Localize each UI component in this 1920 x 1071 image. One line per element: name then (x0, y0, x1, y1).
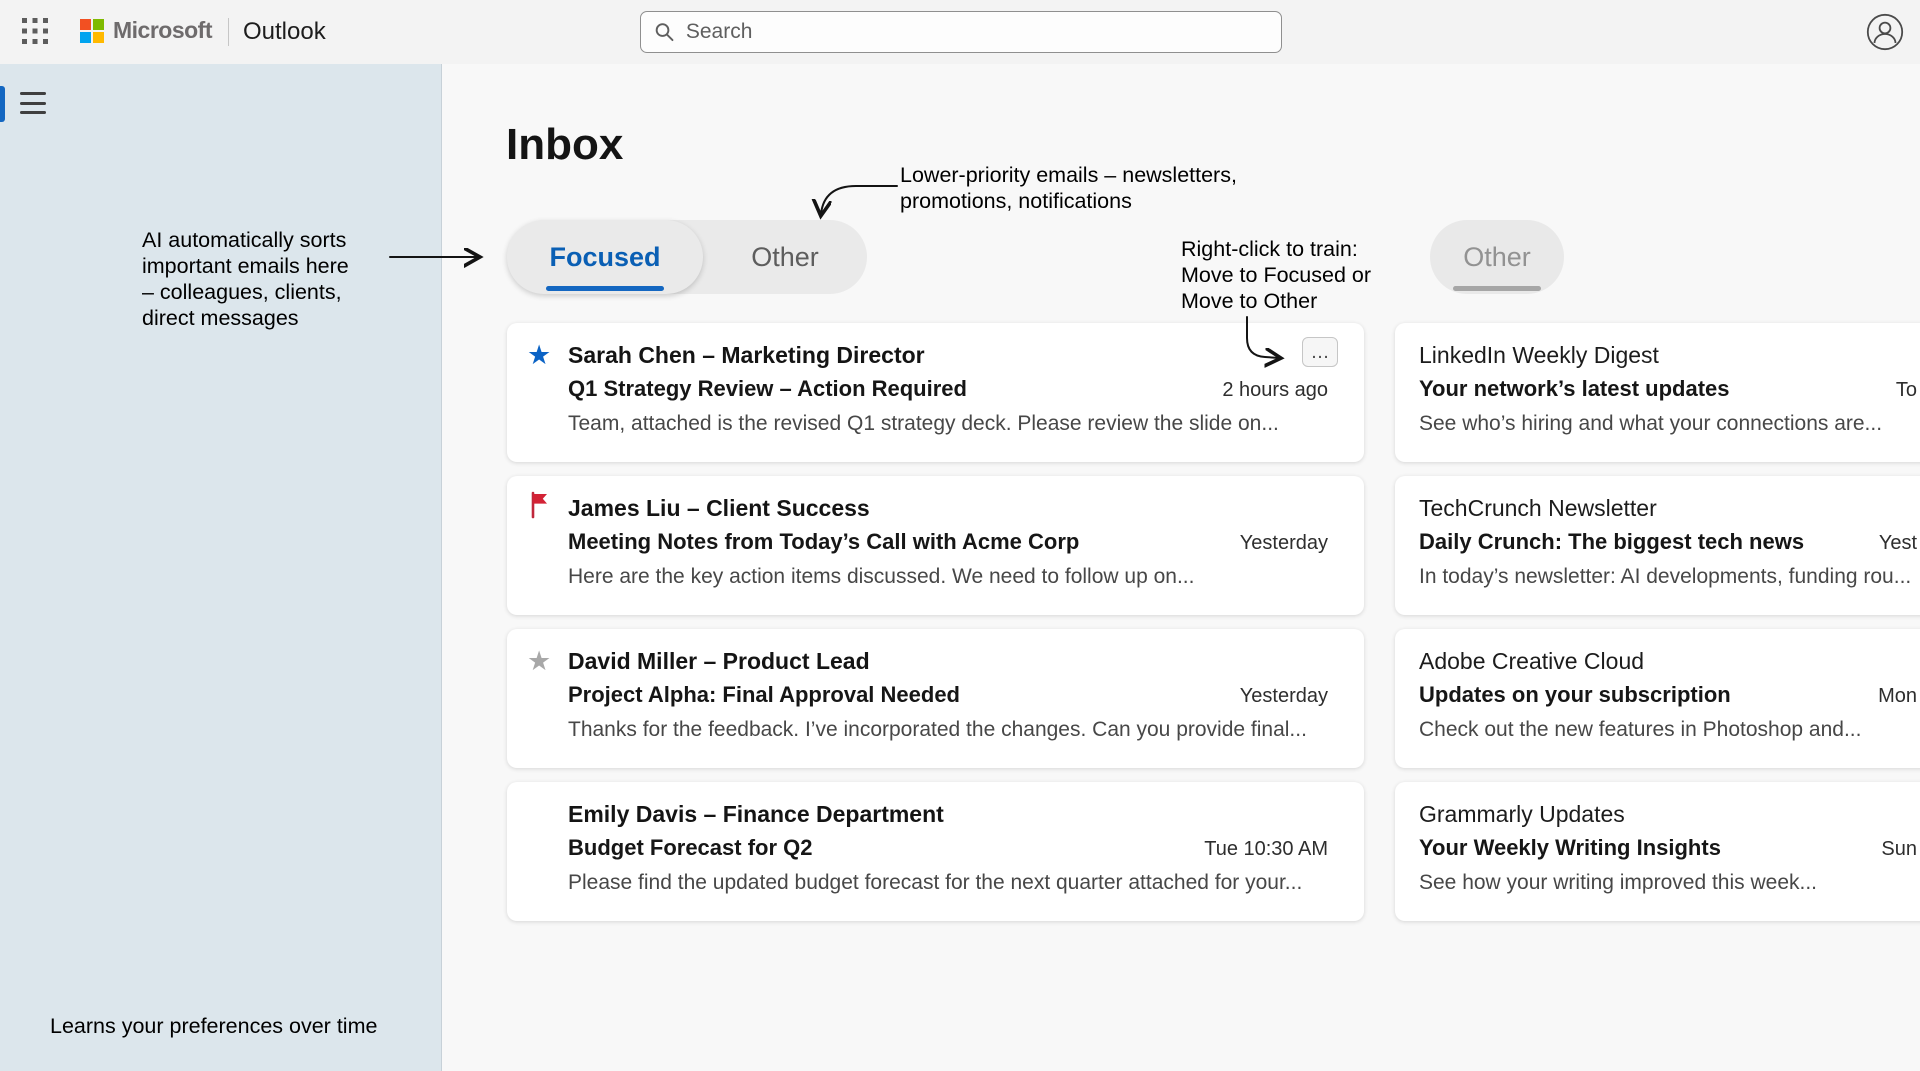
app-name: Outlook (243, 18, 326, 46)
email-content: David Miller – Product Lead Project Alph… (568, 644, 1328, 753)
topbar: Microsoft Outlook (0, 0, 1920, 64)
microsoft-brand: Microsoft (80, 17, 212, 44)
email-sender: David Miller – Product Lead (568, 644, 1328, 678)
email-timestamp: Yest (1863, 527, 1917, 559)
brand-divider (228, 18, 229, 46)
email-list-item[interactable]: James Liu – Client Success Meeting Notes… (507, 476, 1364, 615)
email-preview: See who’s hiring and what your connectio… (1419, 409, 1917, 439)
email-content: Emily Davis – Finance Department Budget … (568, 797, 1328, 906)
email-list-item[interactable]: LinkedIn Weekly Digest Your network’s la… (1395, 323, 1920, 462)
account-button[interactable] (1866, 13, 1904, 51)
star-icon[interactable]: ★ (527, 338, 568, 447)
app-launcher-button[interactable] (16, 13, 54, 51)
email-preview: In today’s newsletter: AI developments, … (1419, 562, 1917, 592)
email-sender: LinkedIn Weekly Digest (1419, 338, 1917, 372)
microsoft-wordmark: Microsoft (113, 17, 212, 44)
star-icon[interactable]: ★ (527, 644, 568, 753)
search-icon (654, 21, 675, 43)
email-timestamp: Yesterday (1224, 527, 1328, 559)
main-content: Inbox Focused Other Other ★ Sarah Chen –… (442, 64, 1920, 1071)
email-sender: Emily Davis – Finance Department (568, 797, 1328, 831)
search-box[interactable] (640, 11, 1282, 53)
icon-placeholder (527, 797, 568, 906)
email-content: Sarah Chen – Marketing Director Q1 Strat… (568, 338, 1328, 447)
email-subject: Daily Crunch: The biggest tech news (1419, 526, 1804, 558)
email-list-item[interactable]: TechCrunch Newsletter Daily Crunch: The … (1395, 476, 1920, 615)
email-subject: Meeting Notes from Today’s Call with Acm… (568, 526, 1079, 558)
focused-tab-indicator (546, 286, 664, 291)
email-sender: James Liu – Client Success (568, 491, 1328, 525)
email-list-item[interactable]: ★ David Miller – Product Lead Project Al… (507, 629, 1364, 768)
tab-focused[interactable]: Focused (507, 220, 703, 294)
more-options-button[interactable]: … (1302, 337, 1338, 367)
other-tab-indicator (1453, 286, 1541, 291)
email-preview: Here are the key action items discussed.… (568, 562, 1328, 592)
email-content: Adobe Creative Cloud Updates on your sub… (1419, 644, 1917, 753)
inbox-tabs: Focused Other (507, 220, 867, 294)
email-subject: Updates on your subscription (1419, 679, 1731, 711)
email-preview: Check out the new features in Photoshop … (1419, 715, 1917, 745)
email-list-item[interactable]: ★ Sarah Chen – Marketing Director Q1 Str… (507, 323, 1364, 462)
email-content: TechCrunch Newsletter Daily Crunch: The … (1419, 491, 1917, 600)
email-content: James Liu – Client Success Meeting Notes… (568, 491, 1328, 600)
annotation-right-click-train: Right-click to train: Move to Focused or… (1181, 236, 1371, 314)
tab-other[interactable]: Other (703, 220, 867, 294)
email-content: Grammarly Updates Your Weekly Writing In… (1419, 797, 1917, 906)
email-preview: See how your writing improved this week.… (1419, 868, 1917, 898)
annotation-other-tab: Lower-priority emails – newsletters, pro… (900, 162, 1237, 214)
person-icon (1866, 13, 1904, 51)
email-timestamp: To (1880, 374, 1917, 406)
search-input[interactable] (686, 20, 1268, 44)
email-subject: Q1 Strategy Review – Action Required (568, 373, 967, 405)
email-timestamp: Yesterday (1224, 680, 1328, 712)
email-list-item[interactable]: Adobe Creative Cloud Updates on your sub… (1395, 629, 1920, 768)
email-subject: Budget Forecast for Q2 (568, 832, 812, 864)
email-timestamp: Tue 10:30 AM (1188, 833, 1328, 865)
email-timestamp: Mon (1862, 680, 1917, 712)
email-sender: TechCrunch Newsletter (1419, 491, 1917, 525)
email-subject: Your Weekly Writing Insights (1419, 832, 1721, 864)
selection-accent-bar (0, 86, 5, 122)
email-content: LinkedIn Weekly Digest Your network’s la… (1419, 338, 1917, 447)
email-sender: Sarah Chen – Marketing Director (568, 338, 1328, 372)
email-preview: Team, attached is the revised Q1 strateg… (568, 409, 1328, 439)
email-preview: Please find the updated budget forecast … (568, 868, 1328, 898)
email-subject: Project Alpha: Final Approval Needed (568, 679, 960, 711)
menu-toggle-button[interactable] (20, 90, 50, 116)
page-title: Inbox (506, 120, 623, 170)
microsoft-logo-icon (80, 19, 104, 43)
sidebar (0, 64, 442, 1071)
email-sender: Adobe Creative Cloud (1419, 644, 1917, 678)
flag-icon[interactable] (527, 491, 568, 600)
annotation-focused-tab: AI automatically sorts important emails … (142, 227, 349, 331)
email-sender: Grammarly Updates (1419, 797, 1917, 831)
email-timestamp: 2 hours ago (1206, 374, 1328, 406)
email-timestamp: Sun (1865, 833, 1917, 865)
grid-icon (21, 17, 49, 45)
hamburger-icon (20, 92, 46, 95)
other-column-header[interactable]: Other (1430, 220, 1564, 294)
email-preview: Thanks for the feedback. I’ve incorporat… (568, 715, 1328, 745)
email-subject: Your network’s latest updates (1419, 373, 1730, 405)
email-list-item[interactable]: Emily Davis – Finance Department Budget … (507, 782, 1364, 921)
email-list-item[interactable]: Grammarly Updates Your Weekly Writing In… (1395, 782, 1920, 921)
annotation-learns-preferences: Learns your preferences over time (50, 1013, 377, 1039)
